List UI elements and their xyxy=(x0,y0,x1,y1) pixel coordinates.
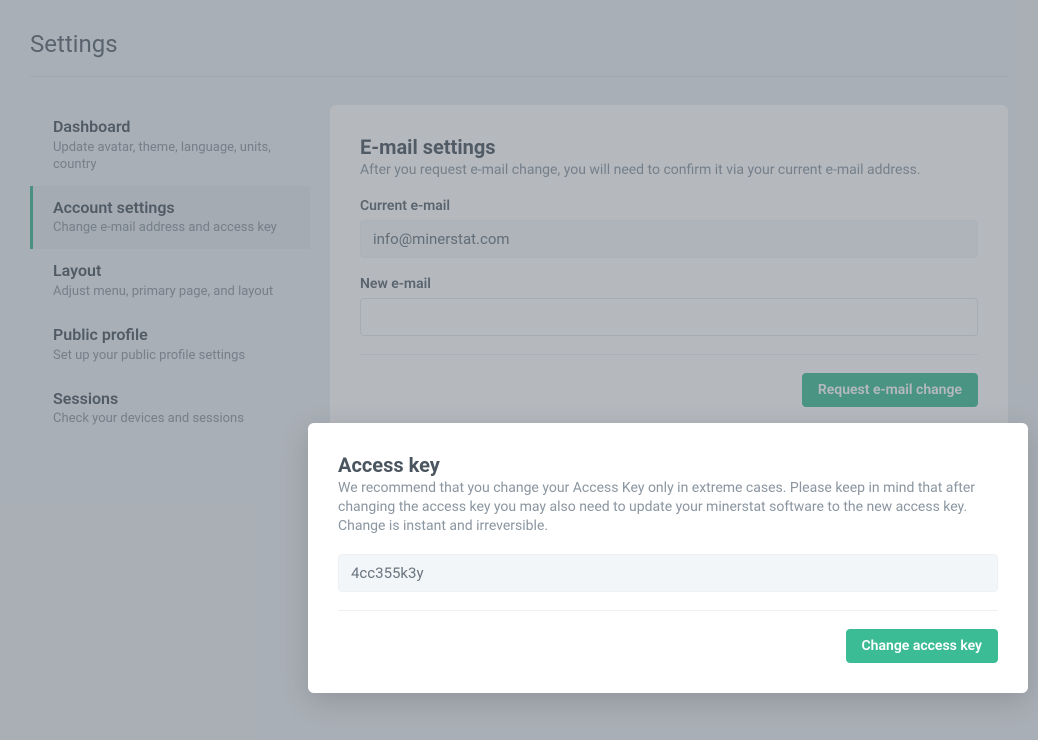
sidebar-item-public-profile[interactable]: Public profile Set up your public profil… xyxy=(30,313,310,377)
sidebar-item-title: Account settings xyxy=(53,198,290,219)
access-key-title: Access key xyxy=(338,453,998,477)
sidebar-item-desc: Check your devices and sessions xyxy=(53,411,290,428)
current-email-field xyxy=(360,220,978,258)
current-email-label: Current e-mail xyxy=(360,198,978,214)
page-title: Settings xyxy=(30,30,1008,58)
settings-sidebar: Dashboard Update avatar, theme, language… xyxy=(30,105,310,457)
email-section-title: E-mail settings xyxy=(360,135,978,159)
sidebar-item-account-settings[interactable]: Account settings Change e-mail address a… xyxy=(30,186,310,250)
access-key-input-wrap xyxy=(338,554,998,592)
sidebar-item-title: Layout xyxy=(53,261,290,282)
change-access-key-button[interactable]: Change access key xyxy=(846,629,998,663)
access-key-card: Access key We recommend that you change … xyxy=(308,423,1028,693)
sidebar-item-desc: Adjust menu, primary page, and layout xyxy=(53,284,290,301)
sidebar-item-title: Sessions xyxy=(53,389,290,410)
sidebar-item-dashboard[interactable]: Dashboard Update avatar, theme, language… xyxy=(30,105,310,186)
request-email-change-button[interactable]: Request e-mail change xyxy=(802,373,978,407)
settings-page: Settings Dashboard Update avatar, theme,… xyxy=(0,0,1038,487)
email-card-divider xyxy=(360,354,978,355)
sidebar-item-sessions[interactable]: Sessions Check your devices and sessions xyxy=(30,377,310,441)
email-settings-card: E-mail settings After you request e-mail… xyxy=(330,105,1008,437)
new-email-group: New e-mail xyxy=(360,276,978,336)
email-card-actions: Request e-mail change xyxy=(360,373,978,407)
new-email-field[interactable] xyxy=(360,298,978,336)
email-section-desc: After you request e-mail change, you wil… xyxy=(360,161,978,180)
access-key-divider xyxy=(338,610,998,611)
page-divider xyxy=(30,76,1008,77)
access-key-field xyxy=(338,554,998,592)
current-email-group: Current e-mail xyxy=(360,198,978,258)
sidebar-item-layout[interactable]: Layout Adjust menu, primary page, and la… xyxy=(30,249,310,313)
access-key-desc: We recommend that you change your Access… xyxy=(338,479,998,536)
sidebar-item-desc: Change e-mail address and access key xyxy=(53,220,290,237)
content-area: Dashboard Update avatar, theme, language… xyxy=(30,105,1008,457)
access-key-actions: Change access key xyxy=(338,629,998,663)
sidebar-item-title: Public profile xyxy=(53,325,290,346)
main-panel: E-mail settings After you request e-mail… xyxy=(330,105,1008,457)
sidebar-item-title: Dashboard xyxy=(53,117,290,138)
sidebar-item-desc: Set up your public profile settings xyxy=(53,348,290,365)
new-email-label: New e-mail xyxy=(360,276,978,292)
sidebar-item-desc: Update avatar, theme, language, units, c… xyxy=(53,140,290,174)
